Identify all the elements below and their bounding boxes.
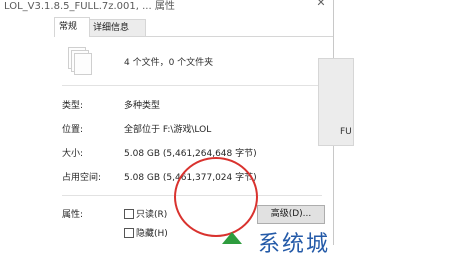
- annotation-circle: [174, 157, 258, 237]
- properties-dialog: LOL_V3.1.8.5_FULL.7z.001, ... 属性 ✕ 常规 详细…: [0, 0, 334, 246]
- title-bar: LOL_V3.1.8.5_FULL.7z.001, ... 属性 ✕: [0, 0, 333, 14]
- window-title: LOL_V3.1.8.5_FULL.7z.001, ... 属性: [4, 1, 175, 12]
- multiple-files-icon: [68, 47, 92, 75]
- size-value: 5.08 GB (5,461,264,648 字节): [124, 149, 257, 159]
- divider: [62, 85, 322, 86]
- type-label: 类型:: [62, 101, 84, 111]
- type-value: 多种类型: [124, 101, 161, 111]
- attributes-label: 属性:: [62, 210, 84, 220]
- size-label: 大小:: [62, 149, 84, 159]
- watermark-logo-icon: [222, 232, 242, 244]
- hidden-checkbox[interactable]: [124, 228, 134, 238]
- close-icon[interactable]: ✕: [312, 0, 330, 12]
- hidden-label[interactable]: 隐藏(H): [136, 226, 168, 239]
- location-label: 位置:: [62, 125, 84, 135]
- general-panel: 4 个文件，0 个文件夹 类型: 多种类型 位置: 全部位于 F:\游戏\LOL…: [54, 36, 333, 246]
- location-value: 全部位于 F:\游戏\LOL: [124, 125, 212, 135]
- disk-usage-label: 占用空间:: [62, 173, 102, 183]
- readonly-checkbox[interactable]: [124, 209, 134, 219]
- background-partial-label: FU: [340, 127, 352, 137]
- tab-general[interactable]: 常规: [54, 17, 90, 37]
- tab-details[interactable]: 详细信息: [88, 19, 146, 36]
- watermark-text: 系统城: [258, 232, 331, 257]
- readonly-label[interactable]: 只读(R): [136, 207, 167, 220]
- file-count-summary: 4 个文件，0 个文件夹: [124, 58, 214, 68]
- advanced-button[interactable]: 高级(D)...: [257, 205, 325, 224]
